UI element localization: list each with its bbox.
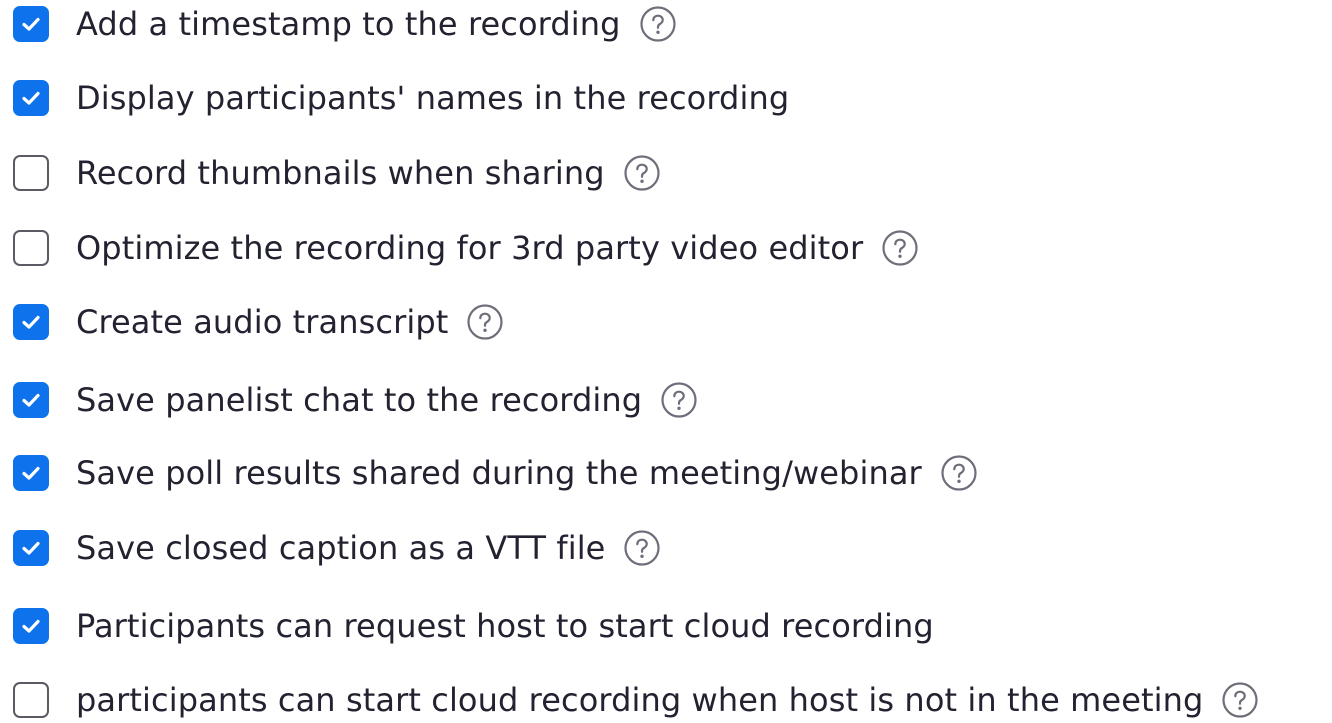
option-display-participant-names[interactable]: Display participants' names in the recor… (13, 75, 789, 121)
recording-options-list: Add a timestamp to the recording Display… (0, 0, 1332, 721)
option-label: participants can start cloud recording w… (76, 681, 1204, 719)
option-label: Participants can request host to start c… (76, 607, 934, 645)
question-circle-icon[interactable] (623, 154, 661, 192)
option-label: Record thumbnails when sharing (76, 154, 605, 192)
save-closed-caption-checkbox[interactable] (13, 530, 49, 566)
save-panelist-chat-checkbox[interactable] (13, 382, 49, 418)
question-circle-icon[interactable] (639, 5, 677, 43)
option-create-audio-transcript[interactable]: Create audio transcript (13, 299, 504, 345)
optimize-third-party-editor-checkbox[interactable] (13, 230, 49, 266)
checkmark-icon (22, 541, 40, 555)
option-label: Add a timestamp to the recording (76, 5, 621, 43)
option-save-poll-results[interactable]: Save poll results shared during the meet… (13, 450, 978, 496)
checkmark-icon (22, 17, 40, 31)
checkmark-icon (22, 91, 40, 105)
option-request-host-cloud-recording[interactable]: Participants can request host to start c… (13, 603, 934, 649)
save-poll-results-checkbox[interactable] (13, 455, 49, 491)
start-cloud-recording-host-absent-checkbox[interactable] (13, 682, 49, 718)
option-label: Save closed caption as a VTT file (76, 529, 606, 567)
question-circle-icon[interactable] (1221, 681, 1259, 719)
option-label: Display participants' names in the recor… (76, 79, 790, 117)
option-save-closed-caption[interactable]: Save closed caption as a VTT file (13, 525, 661, 571)
option-add-timestamp[interactable]: Add a timestamp to the recording (13, 1, 677, 47)
option-record-thumbnails[interactable]: Record thumbnails when sharing (13, 150, 661, 196)
question-circle-icon[interactable] (881, 229, 919, 267)
checkmark-icon (22, 619, 40, 633)
question-circle-icon[interactable] (660, 381, 698, 419)
checkmark-icon (22, 466, 40, 480)
record-thumbnails-checkbox[interactable] (13, 155, 49, 191)
add-timestamp-checkbox[interactable] (13, 6, 49, 42)
checkmark-icon (22, 315, 40, 329)
option-start-cloud-recording-host-absent[interactable]: participants can start cloud recording w… (13, 677, 1259, 723)
question-circle-icon[interactable] (466, 303, 504, 341)
option-label: Save poll results shared during the meet… (76, 454, 922, 492)
question-circle-icon[interactable] (623, 529, 661, 567)
option-label: Optimize the recording for 3rd party vid… (76, 229, 864, 267)
display-participant-names-checkbox[interactable] (13, 80, 49, 116)
create-audio-transcript-checkbox[interactable] (13, 304, 49, 340)
question-circle-icon[interactable] (940, 454, 978, 492)
checkmark-icon (22, 393, 40, 407)
option-label: Create audio transcript (76, 303, 449, 341)
option-label: Save panelist chat to the recording (76, 381, 643, 419)
option-save-panelist-chat[interactable]: Save panelist chat to the recording (13, 377, 698, 423)
request-host-cloud-recording-checkbox[interactable] (13, 608, 49, 644)
option-optimize-third-party-editor[interactable]: Optimize the recording for 3rd party vid… (13, 225, 919, 271)
